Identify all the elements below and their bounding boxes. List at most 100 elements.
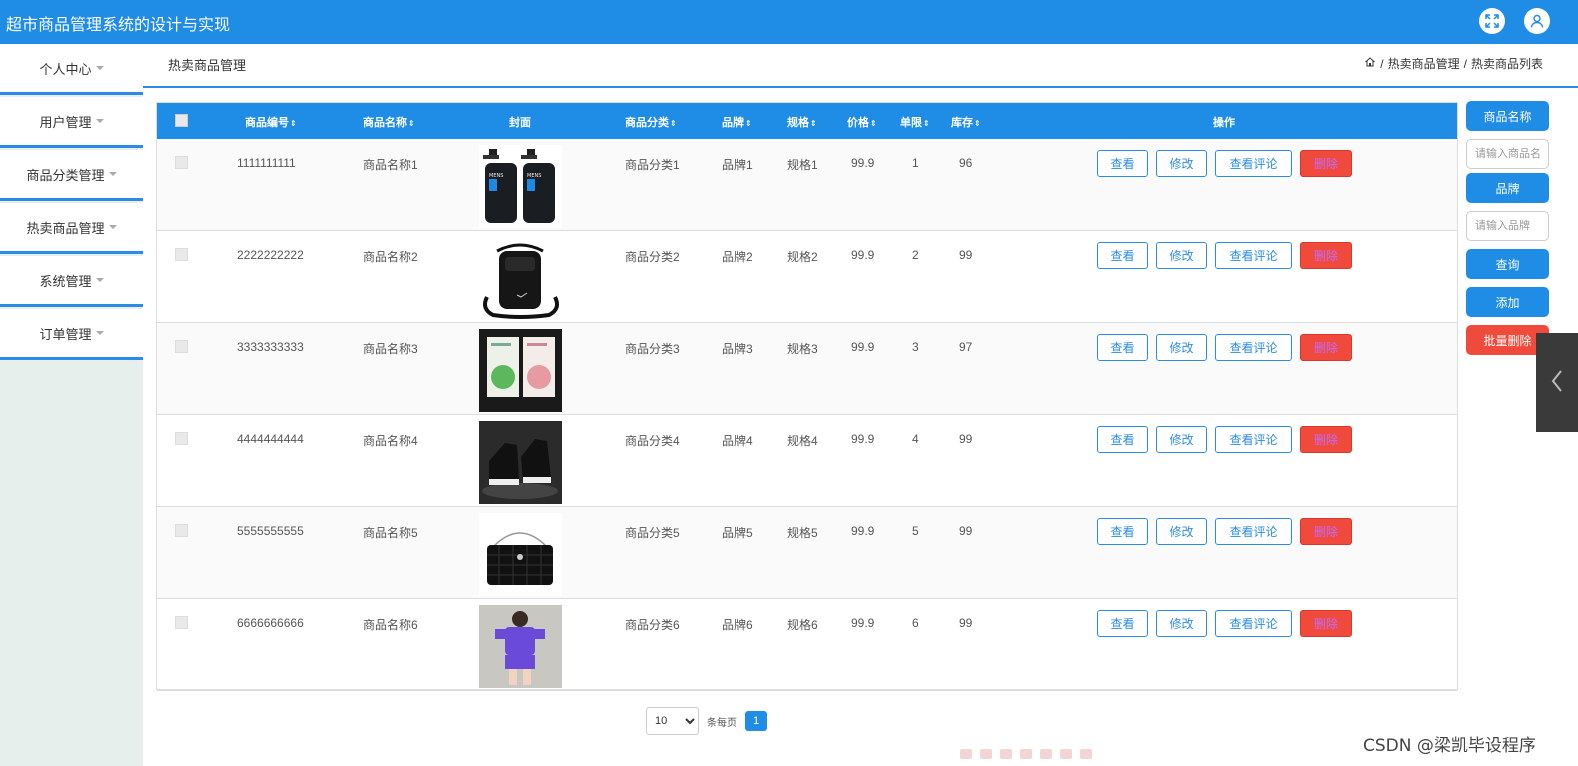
brand-label: 品牌 <box>1466 173 1549 203</box>
view-reviews-button[interactable]: 查看评论 <box>1215 518 1292 545</box>
view-button[interactable]: 查看 <box>1097 518 1148 545</box>
cell-name: 商品名称3 <box>363 342 418 356</box>
delete-button[interactable]: 删除 <box>1300 242 1352 269</box>
column-header-price[interactable]: 价格⇕ <box>847 114 877 130</box>
cell-price: 99.9 <box>851 340 875 354</box>
brand-input[interactable] <box>1466 211 1549 241</box>
table-row: 1111111111 商品名称1 MENS MENS 商品分类1 品牌1 规格1… <box>157 139 1457 231</box>
column-header-spec[interactable]: 规格⇕ <box>787 114 817 130</box>
row-checkbox[interactable] <box>175 340 188 353</box>
sidebar-item-hot-products[interactable]: 热卖商品管理 <box>0 203 143 254</box>
caret-down-icon <box>108 225 117 229</box>
column-header-name[interactable]: 商品名称⇕ <box>363 114 415 130</box>
view-button[interactable]: 查看 <box>1097 610 1148 637</box>
breadcrumb-item[interactable]: 热卖商品管理 <box>1388 55 1460 72</box>
cover-image: MENS MENS <box>479 145 562 228</box>
sort-icon[interactable]: ⇕ <box>923 119 930 128</box>
query-button[interactable]: 查询 <box>1466 249 1549 279</box>
cell-spec: 规格1 <box>787 158 818 172</box>
view-reviews-button[interactable]: 查看评论 <box>1215 426 1292 453</box>
app-title: 超市商品管理系统的设计与实现 <box>6 15 231 34</box>
cell-stock: 96 <box>959 156 973 170</box>
top-bar: 超市商品管理系统的设计与实现 <box>0 0 1578 44</box>
edit-button[interactable]: 修改 <box>1156 242 1207 269</box>
edit-button[interactable]: 修改 <box>1156 334 1207 361</box>
edit-button[interactable]: 修改 <box>1156 518 1207 545</box>
sort-icon[interactable]: ⇕ <box>870 119 877 128</box>
breadcrumb: / 热卖商品管理 / 热卖商品列表 <box>1364 55 1543 72</box>
cell-category: 商品分类4 <box>625 434 680 448</box>
view-button[interactable]: 查看 <box>1097 426 1148 453</box>
user-icon[interactable] <box>1524 8 1550 34</box>
cell-spec: 规格6 <box>787 618 818 632</box>
column-header-id[interactable]: 商品编号⇕ <box>245 114 297 130</box>
sort-icon[interactable]: ⇕ <box>974 119 981 128</box>
toolbar-icon <box>1060 749 1072 759</box>
row-checkbox[interactable] <box>175 156 188 169</box>
delete-button[interactable]: 删除 <box>1300 150 1352 177</box>
page-size-select[interactable]: 10 <box>646 707 699 735</box>
view-reviews-button[interactable]: 查看评论 <box>1215 610 1292 637</box>
column-label: 品牌 <box>722 117 744 129</box>
view-button[interactable]: 查看 <box>1097 242 1148 269</box>
row-checkbox[interactable] <box>175 432 188 445</box>
column-label: 价格 <box>847 117 869 129</box>
breadcrumb-item: 热卖商品列表 <box>1470 57 1543 71</box>
view-button[interactable]: 查看 <box>1097 150 1148 177</box>
sort-icon[interactable]: ⇕ <box>670 119 677 128</box>
sidebar-item-system[interactable]: 系统管理 <box>0 256 143 307</box>
toolbar-icon <box>1000 749 1012 759</box>
column-label: 商品编号 <box>245 117 289 129</box>
delete-button[interactable]: 删除 <box>1300 426 1352 453</box>
table-row: 4444444444 商品名称4 商品分类4 品牌4 规格4 99.9 4 99… <box>157 415 1457 507</box>
column-header-cover: 封面 <box>509 117 531 129</box>
sort-icon[interactable]: ⇕ <box>745 119 752 128</box>
cell-id: 3333333333 <box>237 340 304 354</box>
sort-icon[interactable]: ⇕ <box>290 119 297 128</box>
page-number-current[interactable]: 1 <box>745 711 767 731</box>
toolbar-icon <box>980 749 992 759</box>
add-button[interactable]: 添加 <box>1466 287 1549 317</box>
cell-limit: 6 <box>912 616 919 630</box>
column-header-brand[interactable]: 品牌⇕ <box>722 114 752 130</box>
view-button[interactable]: 查看 <box>1097 334 1148 361</box>
sidebar-item-categories[interactable]: 商品分类管理 <box>0 150 143 201</box>
sidebar-item-orders[interactable]: 订单管理 <box>0 309 143 360</box>
sidebar-item-label: 系统管理 <box>39 273 92 289</box>
sort-icon[interactable]: ⇕ <box>810 119 817 128</box>
product-name-input[interactable] <box>1466 139 1549 169</box>
view-reviews-button[interactable]: 查看评论 <box>1215 334 1292 361</box>
row-checkbox[interactable] <box>175 616 188 629</box>
row-checkbox[interactable] <box>175 248 188 261</box>
column-header-limit[interactable]: 单限⇕ <box>900 114 930 130</box>
edit-button[interactable]: 修改 <box>1156 610 1207 637</box>
caret-down-icon <box>108 172 117 176</box>
sidebar-item-users[interactable]: 用户管理 <box>0 97 143 148</box>
select-all-checkbox[interactable] <box>175 114 188 127</box>
cell-id: 6666666666 <box>237 616 304 630</box>
edit-button[interactable]: 修改 <box>1156 426 1207 453</box>
column-header-stock[interactable]: 库存⇕ <box>951 114 981 130</box>
home-icon[interactable] <box>1364 56 1376 71</box>
view-reviews-button[interactable]: 查看评论 <box>1215 242 1292 269</box>
sidebar-item-profile[interactable]: 个人中心 <box>0 44 143 95</box>
breadcrumb-separator: / <box>1380 56 1384 71</box>
cover-image <box>479 513 562 596</box>
caret-down-icon <box>95 119 104 123</box>
delete-button[interactable]: 删除 <box>1300 610 1352 637</box>
cell-stock: 97 <box>959 340 973 354</box>
sort-icon[interactable]: ⇕ <box>408 119 415 128</box>
cell-limit: 4 <box>912 432 919 446</box>
delete-button[interactable]: 删除 <box>1300 518 1352 545</box>
row-checkbox[interactable] <box>175 524 188 537</box>
column-header-category[interactable]: 商品分类⇕ <box>625 114 677 130</box>
cell-spec: 规格5 <box>787 526 818 540</box>
delete-button[interactable]: 删除 <box>1300 334 1352 361</box>
product-table: 商品编号⇕ 商品名称⇕ 封面 商品分类⇕ 品牌⇕ 规格⇕ 价格⇕ 单限⇕ 库存⇕… <box>156 102 1458 691</box>
edit-button[interactable]: 修改 <box>1156 150 1207 177</box>
chevron-left-icon <box>1550 369 1564 396</box>
view-reviews-button[interactable]: 查看评论 <box>1215 150 1292 177</box>
fullscreen-icon[interactable] <box>1479 8 1505 34</box>
side-panel-toggle[interactable] <box>1536 333 1578 432</box>
cell-stock: 99 <box>959 524 973 538</box>
